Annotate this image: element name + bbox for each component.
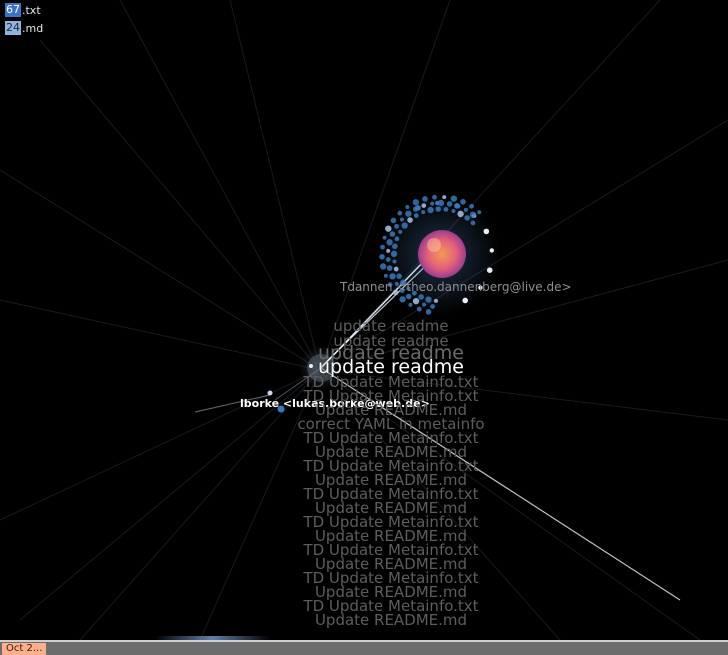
file-node [425, 309, 432, 315]
file-node [394, 223, 399, 229]
file-node [405, 293, 412, 300]
file-node [386, 239, 393, 246]
file-node [385, 257, 391, 262]
timeline-bar[interactable]: Oct 2... [0, 640, 728, 655]
file-node [399, 217, 404, 222]
file-node [442, 195, 447, 200]
legend-entry-md: 24 .md [5, 21, 43, 35]
file-node [396, 273, 402, 279]
file-node [380, 244, 385, 250]
file-node [399, 296, 406, 303]
file-node [470, 220, 476, 226]
legend-extension: .md [22, 21, 44, 35]
file-node [489, 248, 495, 253]
file-node [392, 259, 397, 264]
file-node [386, 248, 391, 253]
file-node [462, 297, 469, 304]
file-node [393, 266, 399, 272]
file-node [443, 206, 449, 212]
file-node [401, 222, 408, 229]
file-node [422, 196, 428, 202]
file-node [398, 229, 403, 234]
file-node [477, 210, 482, 215]
file-node [390, 250, 398, 258]
file-node [432, 194, 437, 200]
file-node [383, 273, 388, 278]
file-node [427, 206, 434, 214]
file-node [464, 215, 470, 221]
file-node [451, 209, 456, 214]
file-node [412, 297, 420, 305]
file-node [408, 302, 413, 307]
gource-visualization: 67 .txt 24 .md Tdannen <theo.dannenberg@… [0, 0, 728, 655]
legend-entry-txt: 67 .txt [5, 3, 41, 17]
file-node [435, 206, 442, 212]
file-node [422, 302, 427, 307]
file-node [379, 254, 385, 260]
file-node [379, 263, 387, 270]
current-commit-message: update readme [318, 356, 464, 378]
file-node [386, 265, 393, 271]
file-node [455, 203, 461, 209]
file-node [407, 217, 413, 223]
file-node [421, 203, 427, 209]
file-node [450, 195, 458, 202]
file-node [483, 228, 490, 235]
file-node [389, 273, 396, 280]
file-node [390, 217, 397, 224]
file-node [460, 198, 466, 205]
file-node [421, 210, 426, 215]
file-node [430, 304, 435, 309]
file-node [389, 231, 396, 237]
legend-count: 67 [5, 3, 21, 17]
file-node [397, 210, 403, 216]
commit-message: Update README.md [314, 611, 468, 629]
file-node [412, 206, 419, 212]
commit-message: update readme [333, 317, 449, 335]
file-node [385, 225, 392, 232]
user-avatar-tdannen [418, 230, 466, 278]
file-node [469, 211, 477, 219]
file-node [437, 199, 445, 207]
file-node [433, 298, 438, 303]
file-node [392, 243, 398, 250]
file-node [486, 267, 493, 274]
user-label-tdannen: Tdannen <theo.dannenberg@live.de> [340, 280, 572, 294]
file-node [394, 236, 400, 242]
file-node [413, 213, 419, 218]
timeline-date: Oct 2... [2, 643, 47, 655]
file-node [382, 235, 387, 240]
file-node [416, 306, 422, 312]
legend-count: 24 [5, 21, 21, 35]
file-node [425, 296, 432, 303]
file-node [469, 203, 474, 209]
file-node [446, 201, 453, 207]
file-node [418, 294, 424, 300]
file-node [463, 207, 468, 212]
file-node [412, 199, 420, 206]
file-node [457, 210, 464, 218]
legend-extension: .txt [22, 3, 41, 17]
file-node [405, 210, 412, 217]
file-node [405, 205, 410, 210]
file-node [430, 201, 435, 206]
